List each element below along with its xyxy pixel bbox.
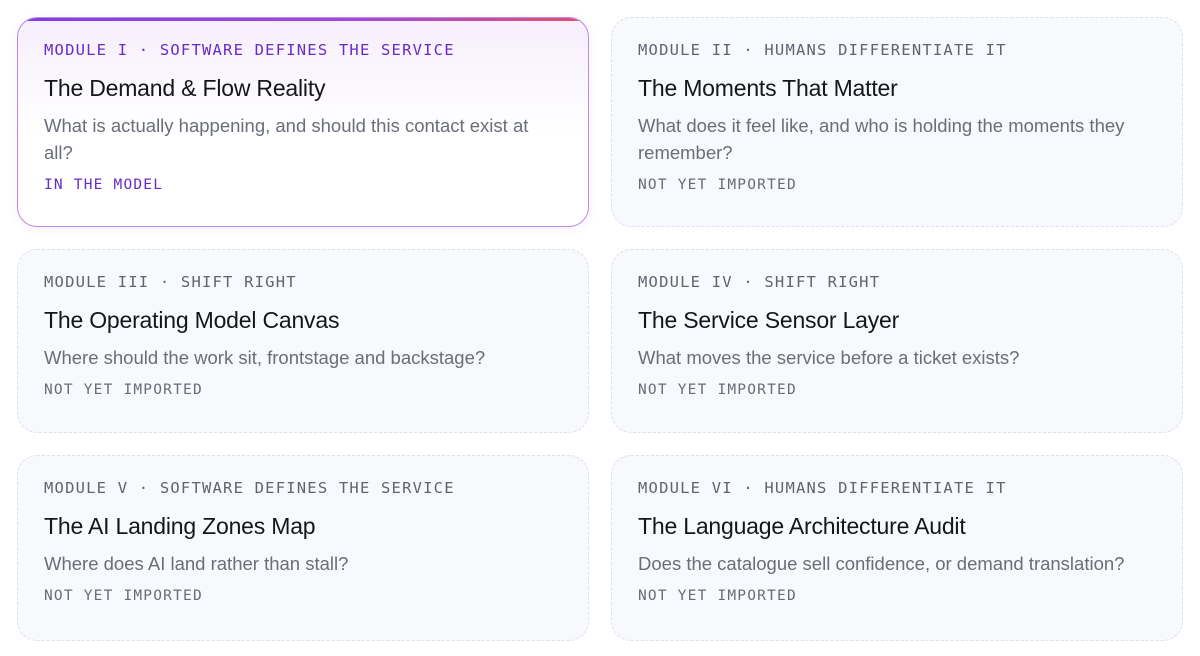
- module-title: The Service Sensor Layer: [638, 307, 900, 333]
- module-eyebrow: MODULE II · HUMANS DIFFERENTIATE IT: [638, 41, 1007, 59]
- module-question: What moves the service before a ticket e…: [638, 347, 1020, 368]
- module-status: NOT YET IMPORTED: [638, 382, 797, 398]
- module-card-3[interactable]: MODULE III · SHIFT RIGHT The Operating M…: [17, 249, 589, 433]
- module-eyebrow: MODULE III · SHIFT RIGHT: [44, 273, 297, 291]
- module-question: Where does AI land rather than stall?: [44, 553, 349, 574]
- module-status: IN THE MODEL: [44, 177, 164, 193]
- module-question: Where should the work sit, frontstage an…: [44, 347, 486, 368]
- module-title: The Operating Model Canvas: [44, 307, 340, 333]
- module-card-4[interactable]: MODULE IV · SHIFT RIGHT The Service Sens…: [611, 249, 1183, 433]
- module-eyebrow: MODULE VI · HUMANS DIFFERENTIATE IT: [638, 479, 1007, 497]
- module-status: NOT YET IMPORTED: [44, 382, 203, 398]
- module-card-2[interactable]: MODULE II · HUMANS DIFFERENTIATE IT The …: [611, 17, 1183, 227]
- module-title: The AI Landing Zones Map: [44, 513, 316, 539]
- module-grid: MODULE I · SOFTWARE DEFINES THE SERVICE …: [17, 17, 1183, 641]
- module-status: NOT YET IMPORTED: [638, 588, 797, 604]
- module-title: The Moments That Matter: [638, 75, 898, 101]
- module-card-5[interactable]: MODULE V · SOFTWARE DEFINES THE SERVICE …: [17, 455, 589, 641]
- module-question: What is actually happening, and should t…: [44, 115, 529, 163]
- module-eyebrow: MODULE V · SOFTWARE DEFINES THE SERVICE: [44, 479, 455, 497]
- module-question: Does the catalogue sell confidence, or d…: [638, 553, 1125, 574]
- module-question: What does it feel like, and who is holdi…: [638, 115, 1125, 163]
- module-status: NOT YET IMPORTED: [44, 588, 203, 604]
- active-accent-bar: [18, 18, 588, 21]
- module-status: NOT YET IMPORTED: [638, 177, 797, 193]
- module-eyebrow: MODULE I · SOFTWARE DEFINES THE SERVICE: [44, 41, 455, 59]
- module-title: The Language Architecture Audit: [638, 513, 966, 539]
- module-title: The Demand & Flow Reality: [44, 75, 326, 101]
- module-eyebrow: MODULE IV · SHIFT RIGHT: [638, 273, 881, 291]
- module-card-1[interactable]: MODULE I · SOFTWARE DEFINES THE SERVICE …: [17, 17, 589, 227]
- module-card-6[interactable]: MODULE VI · HUMANS DIFFERENTIATE IT The …: [611, 455, 1183, 641]
